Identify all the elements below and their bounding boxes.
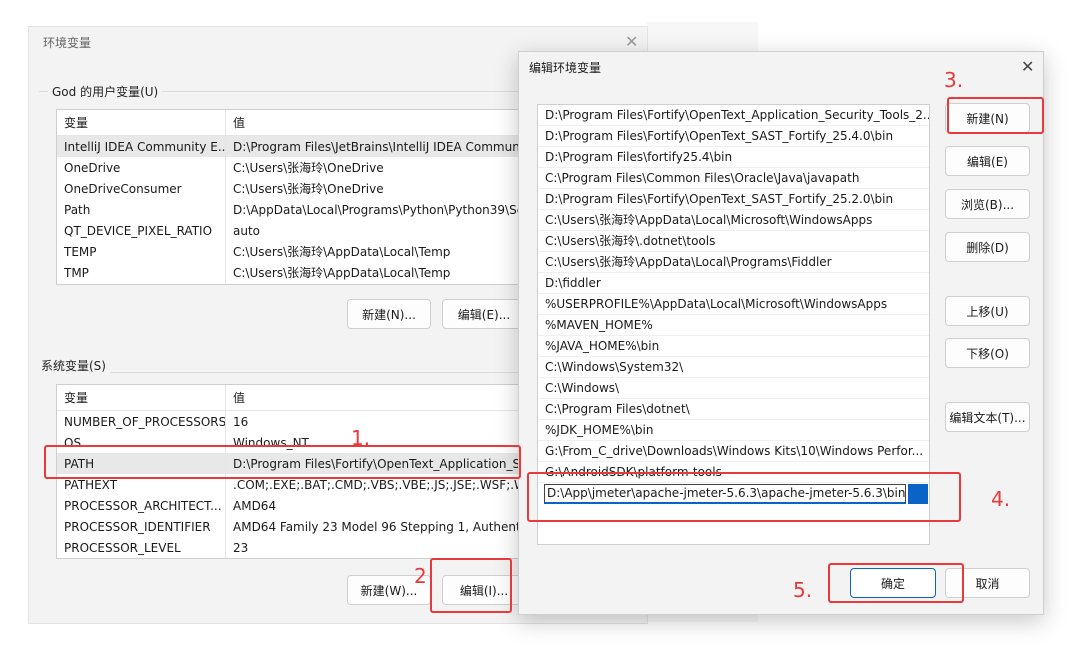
user-edit-button[interactable]: 编辑(E)...: [442, 299, 526, 329]
path-entry[interactable]: D:\Program Files\Fortify\OpenText_Applic…: [538, 105, 929, 126]
variable-name-cell: TEMP: [64, 244, 97, 259]
variable-value-cell: 16: [225, 411, 248, 432]
path-entry[interactable]: D:\Program Files\Fortify\OpenText_SAST_F…: [538, 189, 929, 210]
path-entry[interactable]: G:\From_C_drive\Downloads\Windows Kits\1…: [538, 441, 929, 462]
delete-button[interactable]: 删除(D): [945, 232, 1030, 262]
variable-name-cell: PROCESSOR_IDENTIFIER: [64, 519, 211, 534]
variable-name-cell: Path: [64, 202, 91, 217]
path-entry[interactable]: %USERPROFILE%\AppData\Local\Microsoft\Wi…: [538, 294, 929, 315]
variable-value-cell: D:\AppData\Local\Programs\Python\Python3…: [225, 199, 528, 220]
variable-value-cell: auto: [225, 220, 260, 241]
close-icon[interactable]: ✕: [1021, 57, 1034, 76]
table-row[interactable]: Path D:\AppData\Local\Programs\Python\Pyt…: [57, 199, 555, 220]
table-row[interactable]: TMP C:\Users\张海玲\AppData\Local\Temp: [57, 262, 555, 283]
path-entry[interactable]: C:\Program Files\Common Files\Oracle\Jav…: [538, 168, 929, 189]
variable-name-cell: IntelliJ IDEA Community E...: [64, 139, 225, 154]
variable-value-cell: 23: [225, 537, 248, 558]
table-row[interactable]: PROCESSOR_LEVEL 23: [57, 537, 555, 558]
variable-value-cell: D:\Program Files\JetBrains\IntelliJ IDEA…: [225, 136, 528, 157]
annotation-step-1: 1.: [351, 426, 371, 450]
column-header-variable[interactable]: 变量: [57, 389, 225, 406]
annotation-box-ok-button: [828, 563, 964, 603]
annotation-step-3: 3.: [944, 68, 964, 92]
table-row[interactable]: IntelliJ IDEA Community E... D:\Program F…: [57, 136, 555, 157]
variable-name-cell: TMP: [64, 265, 89, 280]
move-down-button[interactable]: 下移(O): [945, 338, 1030, 368]
browse-button[interactable]: 浏览(B)...: [945, 189, 1030, 219]
path-entry[interactable]: D:\Program Files\Fortify\OpenText_SAST_F…: [538, 126, 929, 147]
edit-dialog-titlebar: 编辑环境变量: [519, 52, 1043, 82]
variable-name-cell: PROCESSOR_LEVEL: [64, 540, 181, 555]
variable-value-cell: AMD64: [225, 495, 276, 516]
system-vars-group-label: 系统变量(S): [37, 357, 110, 374]
path-entry[interactable]: %JAVA_HOME%\bin: [538, 336, 929, 357]
user-vars-group-label: God 的用户变量(U): [48, 83, 163, 100]
variable-value-cell: C:\Users\张海玲\OneDrive: [225, 157, 384, 178]
variable-value-cell: C:\Users\张海玲\OneDrive: [225, 178, 384, 199]
user-table-header: 变量 值: [57, 110, 555, 136]
env-window-title: 环境变量: [43, 35, 92, 50]
path-entry[interactable]: C:\Windows\System32\: [538, 357, 929, 378]
path-entry[interactable]: D:\Program Files\fortify25.4\bin: [538, 147, 929, 168]
variable-value-cell: C:\Users\张海玲\AppData\Local\Temp: [225, 262, 450, 283]
variable-name-cell: NUMBER_OF_PROCESSORS: [64, 414, 225, 429]
annotation-box-edit-button: [430, 558, 512, 613]
move-up-button[interactable]: 上移(U): [945, 296, 1030, 326]
annotation-step-2: 2: [414, 564, 427, 588]
path-entry[interactable]: D:\fiddler: [538, 273, 929, 294]
variable-name-cell: PATHEXT: [64, 477, 118, 492]
column-header-value[interactable]: 值: [225, 385, 245, 411]
close-icon[interactable]: ✕: [625, 32, 638, 51]
variable-name-cell: QT_DEVICE_PIXEL_RATIO: [64, 223, 213, 238]
path-entry[interactable]: %MAVEN_HOME%: [538, 315, 929, 336]
table-row[interactable]: PROCESSOR_IDENTIFIER AMD64 Family 23 Mode…: [57, 516, 555, 537]
edit-env-dialog: 编辑环境变量 ✕ D:\Program Files\Fortify\OpenTe…: [518, 51, 1044, 615]
table-row[interactable]: PROCESSOR_ARCHITECT... AMD64: [57, 495, 555, 516]
annotation-step-5: 5.: [793, 578, 813, 602]
variable-name-cell: PROCESSOR_ARCHITECT...: [64, 498, 222, 513]
system-table-header: 变量 值: [57, 385, 555, 411]
variable-value-cell: AMD64 Family 23 Model 96 Stepping 1, Aut…: [225, 516, 531, 537]
path-entry[interactable]: C:\Users\张海玲\AppData\Local\Programs\Fidd…: [538, 252, 929, 273]
user-new-button[interactable]: 新建(N)...: [347, 299, 431, 329]
variable-value-cell: C:\Users\张海玲\AppData\Local\Temp: [225, 241, 450, 262]
table-row[interactable]: QT_DEVICE_PIXEL_RATIO auto: [57, 220, 555, 241]
user-vars-table[interactable]: 变量 值 IntelliJ IDEA Community E... D:\Prog…: [56, 109, 556, 285]
path-entry[interactable]: C:\Program Files\dotnet\: [538, 399, 929, 420]
annotation-box-path-row: [44, 445, 521, 479]
path-entry[interactable]: C:\Users\张海玲\AppData\Local\Microsoft\Win…: [538, 210, 929, 231]
path-entry[interactable]: C:\Users\张海玲\.dotnet\tools: [538, 231, 929, 252]
column-header-variable[interactable]: 变量: [57, 114, 225, 131]
annotation-box-new-button: [947, 97, 1044, 134]
annotation-step-4: 4.: [991, 487, 1011, 511]
annotation-box-edit-input: [527, 472, 961, 522]
column-header-value[interactable]: 值: [225, 110, 245, 136]
table-row[interactable]: TEMP C:\Users\张海玲\AppData\Local\Temp: [57, 241, 555, 262]
edit-button[interactable]: 编辑(E): [945, 146, 1030, 176]
edit-text-button[interactable]: 编辑文本(T)...: [945, 402, 1030, 432]
path-entry[interactable]: C:\Windows\: [538, 378, 929, 399]
path-entry[interactable]: %JDK_HOME%\bin: [538, 420, 929, 441]
variable-name-cell: OneDriveConsumer: [64, 181, 182, 196]
variable-name-cell: OneDrive: [64, 160, 121, 175]
edit-dialog-title: 编辑环境变量: [529, 60, 602, 75]
table-row[interactable]: OneDrive C:\Users\张海玲\OneDrive: [57, 157, 555, 178]
table-row[interactable]: NUMBER_OF_PROCESSORS 16: [57, 411, 555, 432]
table-row[interactable]: OneDriveConsumer C:\Users\张海玲\OneDrive: [57, 178, 555, 199]
